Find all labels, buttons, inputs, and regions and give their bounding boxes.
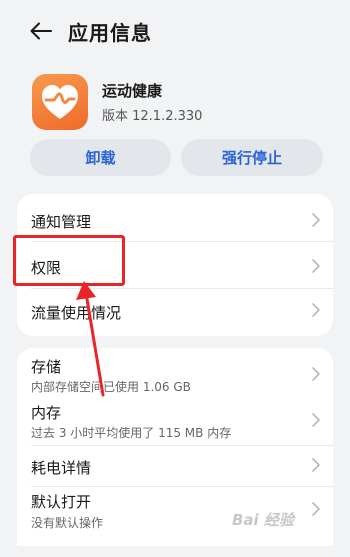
annotation-arrow-icon: [76, 281, 105, 397]
watermark-logo: Bai 经验: [232, 511, 294, 529]
